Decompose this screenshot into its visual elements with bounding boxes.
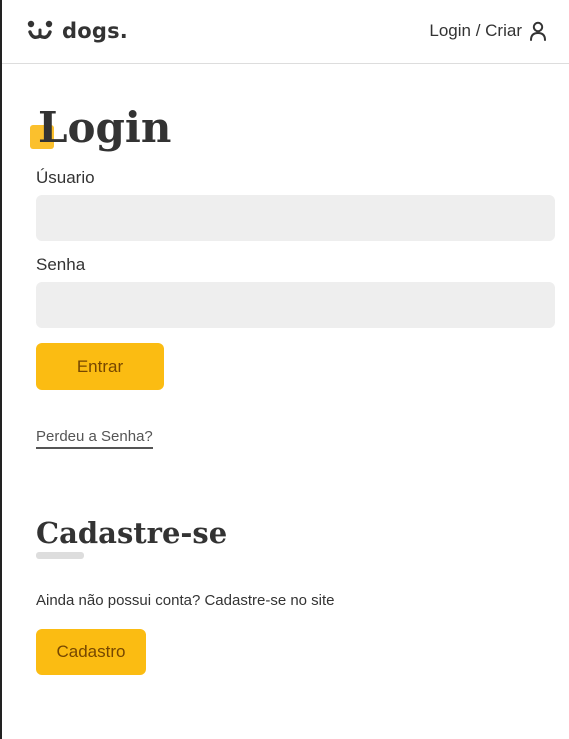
- signup-title: Cadastre-se: [36, 516, 228, 550]
- password-label: Senha: [36, 255, 86, 274]
- dog-face-icon: [27, 20, 53, 40]
- user-icon: [530, 21, 546, 41]
- main-content: Login Úsuario Senha Entrar Perdeu a Senh…: [30, 64, 555, 675]
- lost-password-link[interactable]: Perdeu a Senha?: [36, 428, 153, 449]
- password-input[interactable]: [36, 282, 555, 328]
- signup-title-underline: [36, 552, 84, 559]
- logo-text: dogs.: [62, 19, 128, 43]
- username-label: Úsuario: [36, 168, 95, 187]
- page: dogs. Login / Criar Login Úsuario Senha …: [0, 0, 569, 739]
- login-create-link[interactable]: Login / Criar: [429, 21, 547, 41]
- login-submit-button[interactable]: Entrar: [36, 343, 164, 390]
- signup-button[interactable]: Cadastro: [36, 629, 146, 675]
- logo-link[interactable]: dogs.: [26, 18, 128, 44]
- signup-text: Ainda não possui conta? Cadastre-se no s…: [36, 592, 335, 609]
- username-input[interactable]: [36, 195, 555, 241]
- login-title-wrap: Login: [30, 64, 555, 169]
- page-title: Login: [38, 103, 172, 152]
- login-create-label: Login / Criar: [429, 21, 522, 40]
- header: dogs. Login / Criar: [2, 0, 569, 64]
